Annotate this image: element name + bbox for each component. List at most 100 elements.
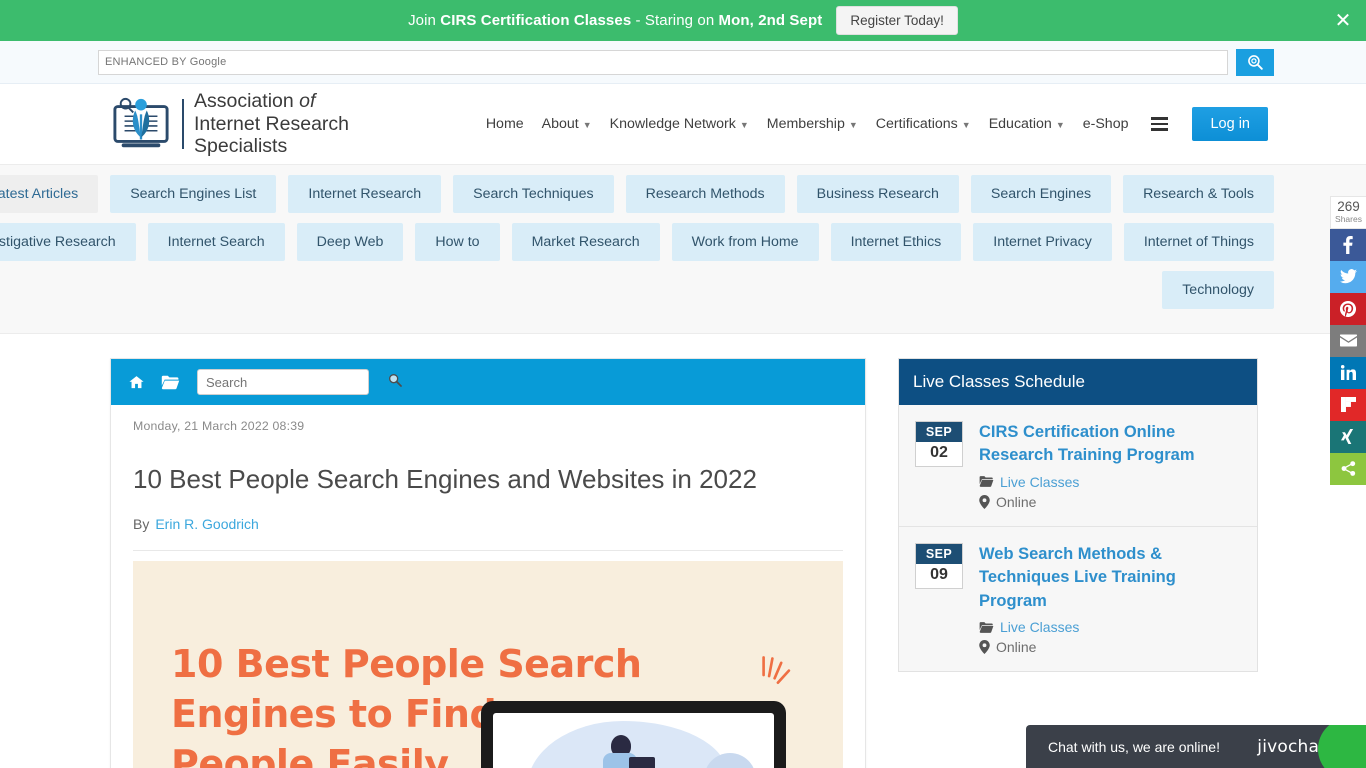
magnifier-icon[interactable]: [387, 372, 403, 393]
article-toolbar: [111, 359, 865, 405]
google-search-input[interactable]: [98, 49, 1228, 75]
nav-label-education: Education: [988, 116, 1052, 132]
category-pill-how-to[interactable]: How to: [415, 223, 500, 261]
event-body: Web Search Methods & Techniques Live Tra…: [979, 543, 1243, 655]
category-pill-internet-of-things[interactable]: Internet of Things: [1123, 223, 1274, 261]
folder-icon: [979, 621, 994, 634]
event-category-link[interactable]: Live Classes: [1000, 474, 1079, 490]
nav-label-knowledge-network: Knowledge Network: [609, 116, 736, 132]
hero-heading-line-1: 10 Best People Search: [171, 641, 642, 686]
search-icon: [1247, 54, 1263, 70]
event-date-badge: SEP 02: [915, 421, 963, 467]
hero-illustration: 10 Best People Search Engines to Find Pe…: [133, 560, 843, 768]
live-classes-widget: Live Classes Schedule SEP 02 CIRS Certif…: [898, 358, 1258, 673]
event-location-text: Online: [996, 639, 1037, 656]
share-more-icon[interactable]: [1330, 452, 1366, 485]
category-pill-investigative-research[interactable]: Investigative Research: [0, 223, 136, 261]
event-category-link[interactable]: Live Classes: [1000, 619, 1079, 635]
flipboard-icon[interactable]: [1330, 388, 1366, 421]
nav-item-membership[interactable]: Membership ▼: [758, 116, 867, 132]
linkedin-icon[interactable]: [1330, 356, 1366, 389]
chevron-down-icon: ▼: [1055, 120, 1065, 130]
category-pill-latest-articles[interactable]: Latest Articles: [0, 175, 99, 213]
category-row-2: Investigative Research Internet Search D…: [0, 223, 1274, 261]
chevron-down-icon: ▼: [848, 120, 858, 130]
category-pill-internet-search[interactable]: Internet Search: [147, 223, 285, 261]
category-pill-internet-privacy[interactable]: Internet Privacy: [973, 223, 1112, 261]
event-title-link[interactable]: Web Search Methods & Techniques Live Tra…: [979, 543, 1243, 613]
promo-banner: Join CIRS Certification Classes - Starin…: [0, 0, 1366, 41]
widget-title: Live Classes Schedule: [899, 359, 1257, 405]
nav-label-about: About: [541, 116, 579, 132]
article-content: Monday, 21 March 2022 08:39 10 Best Peop…: [111, 405, 865, 768]
event-item: SEP 09 Web Search Methods & Techniques L…: [899, 527, 1257, 671]
promo-date: Mon, 2nd Sept: [718, 12, 823, 29]
category-pill-internet-ethics[interactable]: Internet Ethics: [830, 223, 962, 261]
event-month: SEP: [916, 543, 962, 564]
share-count-number: 269: [1337, 199, 1360, 214]
event-category: Live Classes: [979, 474, 1243, 490]
chat-message: Chat with us, we are online!: [1048, 738, 1220, 755]
category-row-3: Technology: [72, 271, 1274, 309]
nav-item-knowledge-network[interactable]: Knowledge Network ▼: [601, 116, 758, 132]
category-pill-work-from-home[interactable]: Work from Home: [671, 223, 819, 261]
site-logo[interactable]: Association of Internet Research Special…: [110, 90, 349, 158]
category-pill-market-research[interactable]: Market Research: [511, 223, 660, 261]
event-title-link[interactable]: CIRS Certification Online Research Train…: [979, 421, 1243, 468]
nav-item-eshop[interactable]: e-Shop: [1074, 116, 1138, 132]
logo-line-3: Specialists: [194, 135, 288, 158]
article-byline: By Erin R. Goodrich: [133, 516, 843, 532]
category-pill-search-techniques[interactable]: Search Techniques: [453, 175, 614, 213]
event-body: CIRS Certification Online Research Train…: [979, 421, 1243, 510]
byline-label: By: [133, 515, 150, 532]
author-link[interactable]: Erin R. Goodrich: [155, 516, 258, 532]
email-icon[interactable]: [1330, 324, 1366, 357]
pinterest-icon[interactable]: [1330, 292, 1366, 325]
xing-icon[interactable]: [1330, 420, 1366, 453]
register-today-button[interactable]: Register Today!: [836, 6, 958, 35]
event-location: Online: [979, 494, 1243, 510]
logo-icon: [113, 97, 169, 148]
social-share-rail: 269 Shares: [1330, 196, 1366, 485]
login-button[interactable]: Log in: [1192, 107, 1268, 141]
folder-icon: [979, 475, 994, 488]
sparkle-icon: [762, 655, 791, 684]
chat-leaf-icon[interactable]: [1318, 725, 1366, 768]
article-title: 10 Best People Search Engines and Websit…: [133, 464, 757, 494]
twitter-icon[interactable]: [1330, 260, 1366, 293]
event-month: SEP: [916, 422, 962, 442]
nav-label-home: Home: [485, 116, 524, 132]
nav-item-home[interactable]: Home: [477, 116, 533, 132]
divider: [133, 549, 843, 551]
facebook-icon[interactable]: [1330, 228, 1366, 261]
category-pill-deep-web[interactable]: Deep Web: [296, 223, 404, 261]
hamburger-icon[interactable]: [1149, 115, 1170, 133]
category-pill-business-research[interactable]: Business Research: [796, 175, 959, 213]
chevron-down-icon: ▼: [582, 120, 592, 130]
nav-label-membership: Membership: [766, 116, 845, 132]
event-location: Online: [979, 639, 1243, 655]
main-navigation: Home About ▼ Knowledge Network ▼ Members…: [477, 107, 1268, 141]
page-body: Monday, 21 March 2022 08:39 10 Best Peop…: [0, 334, 1366, 768]
article-search-input[interactable]: [197, 369, 369, 395]
promo-middle: - Staring on: [631, 12, 719, 29]
category-pill-search-engines-list[interactable]: Search Engines List: [110, 175, 277, 213]
nav-item-about[interactable]: About ▼: [533, 116, 601, 132]
nav-item-certifications[interactable]: Certifications ▼: [867, 116, 980, 132]
folder-icon[interactable]: [159, 371, 181, 393]
nav-item-education[interactable]: Education ▼: [980, 116, 1074, 132]
category-pill-research-methods[interactable]: Research Methods: [625, 175, 785, 213]
promo-text: Join CIRS Certification Classes - Starin…: [408, 12, 822, 29]
category-pill-research-and-tools[interactable]: Research & Tools: [1123, 175, 1274, 213]
logo-line-2: Internet Research: [194, 112, 350, 135]
category-pill-technology[interactable]: Technology: [1162, 271, 1274, 309]
home-icon[interactable]: [125, 371, 147, 393]
category-pill-internet-research[interactable]: Internet Research: [288, 175, 442, 213]
google-search-submit-button[interactable]: [1236, 48, 1274, 76]
chat-widget[interactable]: Chat with us, we are online! jivochat: [1026, 725, 1366, 768]
close-icon[interactable]: ✕: [1330, 8, 1356, 34]
category-pill-search-engines[interactable]: Search Engines: [970, 175, 1112, 213]
event-date-badge: SEP 09: [915, 542, 963, 589]
logo-line-1: Association: [194, 90, 300, 113]
google-search-bar: [0, 41, 1366, 84]
